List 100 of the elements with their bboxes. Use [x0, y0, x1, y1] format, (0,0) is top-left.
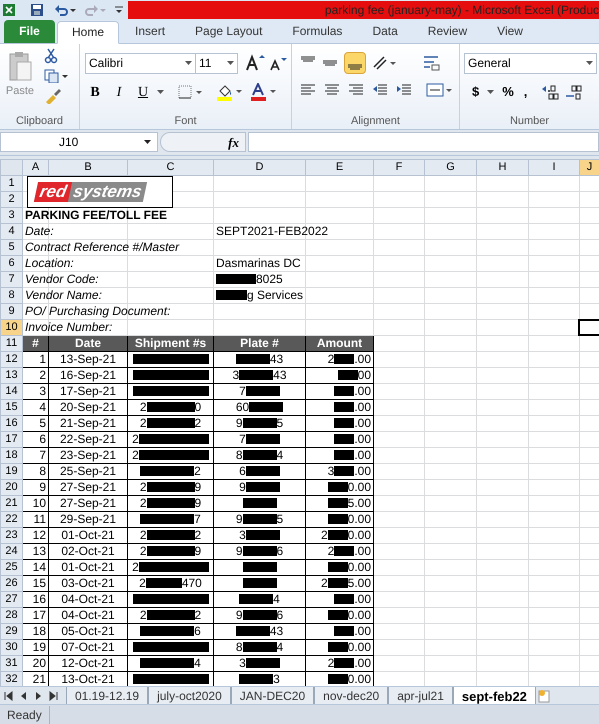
cell-text: 13	[32, 544, 46, 558]
row-header[interactable]: 2	[0, 191, 22, 208]
row-header[interactable]: 32	[0, 671, 22, 686]
row-header[interactable]: 23	[0, 527, 22, 544]
ribbon-tab[interactable]: Data	[358, 20, 412, 43]
column-header[interactable]: A	[22, 159, 48, 176]
row-header[interactable]: 12	[0, 351, 22, 368]
number-format-field[interactable]: General	[464, 52, 597, 74]
cell-text: 9	[194, 496, 202, 510]
font-name-field[interactable]: Calibri	[85, 52, 196, 74]
row-header[interactable]: 9	[0, 303, 22, 320]
font-size-field[interactable]: 11	[196, 52, 238, 74]
row-header[interactable]: 31	[0, 655, 22, 672]
cell-text: 7	[39, 448, 46, 462]
row-header[interactable]: 24	[0, 543, 22, 560]
row-header[interactable]: 14	[0, 383, 22, 400]
row-header[interactable]: 27	[0, 591, 22, 608]
row-header[interactable]: 25	[0, 559, 22, 576]
cell-text: 2	[132, 448, 139, 462]
cell-text: 20	[32, 656, 46, 670]
ribbon-tab[interactable]: View	[483, 20, 537, 43]
function-field[interactable]: fx	[160, 132, 246, 152]
row-header[interactable]: 15	[0, 399, 22, 416]
name-box[interactable]: J10	[0, 132, 158, 152]
cell-text: .00	[354, 352, 371, 366]
cell-text: 12-Oct-21	[61, 656, 115, 670]
cell-text: 0.00	[348, 480, 371, 494]
row-header[interactable]: 1	[0, 175, 22, 192]
row-header[interactable]: 4	[0, 223, 22, 240]
sheet-tab[interactable]: apr-jul21	[388, 687, 453, 704]
cell-text: 07-Oct-21	[61, 640, 115, 654]
cell-text: 2	[320, 576, 328, 590]
column-header[interactable]: F	[374, 159, 424, 176]
ribbon-tab[interactable]: Formulas	[278, 20, 356, 43]
comma-button[interactable]: ,	[522, 82, 530, 102]
row-header[interactable]: 13	[0, 367, 22, 384]
row-header[interactable]: 26	[0, 575, 22, 592]
cell-text: 01-Oct-21	[61, 528, 115, 542]
cell-text: .00	[354, 384, 371, 398]
row-header[interactable]: 11	[0, 335, 22, 352]
cell-text: 2	[194, 528, 202, 542]
row-header[interactable]: 19	[0, 463, 22, 480]
cell-text: 13-Oct-21	[61, 672, 115, 686]
sheet-tab[interactable]: sept-feb22	[452, 687, 536, 704]
row-header[interactable]: 8	[0, 287, 22, 304]
row-header[interactable]: 30	[0, 639, 22, 656]
cell-text: g Services	[246, 288, 303, 302]
sheet-tab[interactable]: nov-dec20	[314, 687, 388, 704]
cell-text: 04-Oct-21	[61, 592, 115, 606]
row-header[interactable]: 20	[0, 479, 22, 496]
sheet-tab[interactable]: 01.19-12.19	[66, 687, 148, 704]
column-header[interactable]: C	[128, 159, 214, 176]
row-header[interactable]: 29	[0, 623, 22, 640]
ribbon-tab[interactable]: Home	[57, 20, 120, 44]
column-heading: Amount	[306, 335, 374, 352]
row-header[interactable]: 22	[0, 511, 22, 528]
column-header[interactable]: D	[214, 159, 306, 176]
ribbon-tab[interactable]: Page Layout	[181, 20, 276, 43]
column-header[interactable]: J	[580, 159, 599, 176]
row-header[interactable]: 18	[0, 447, 22, 464]
row-header[interactable]: 28	[0, 607, 22, 624]
cell-text: 19	[32, 640, 46, 654]
insert-function-button[interactable]: fx	[228, 132, 239, 152]
cell-text: 43	[270, 624, 284, 638]
row-header[interactable]: 17	[0, 431, 22, 448]
sheet-tab[interactable]: july-oct2020	[148, 687, 231, 704]
bold-button[interactable]: B	[85, 82, 105, 102]
column-header[interactable]: G	[424, 159, 476, 176]
underline-button[interactable]: U	[133, 82, 153, 102]
field-label: Contract Reference #/Master	[25, 240, 180, 254]
column-header[interactable]: H	[476, 159, 528, 176]
cell-text: 4	[194, 656, 201, 670]
cell-text: 23-Sep-21	[60, 448, 116, 462]
column-header[interactable]: I	[528, 159, 580, 176]
cell-text: 0.00	[348, 640, 371, 654]
column-header[interactable]: E	[306, 159, 374, 176]
cell-text: .00	[354, 624, 371, 638]
cell-text: 17	[32, 608, 46, 622]
row-header[interactable]: 6	[0, 255, 22, 272]
cell-text: 0	[194, 400, 202, 414]
column-heading: Plate #	[214, 335, 306, 352]
column-header[interactable]: B	[48, 159, 128, 176]
file-tab[interactable]: File	[4, 20, 55, 43]
cell-text: 0.00	[348, 608, 371, 622]
ribbon-tab[interactable]: Insert	[121, 20, 180, 43]
row-header[interactable]: 7	[0, 271, 22, 288]
row-header[interactable]: 16	[0, 415, 22, 432]
cell-text: .00	[354, 592, 371, 606]
row-header[interactable]: 5	[0, 239, 22, 256]
ribbon-tab[interactable]: Review	[414, 20, 482, 43]
percent-button[interactable]: %	[500, 82, 516, 102]
cell-text: 0.00	[348, 672, 371, 686]
row-header[interactable]: 21	[0, 495, 22, 512]
sheet-tab[interactable]: JAN-DEC20	[230, 687, 314, 704]
italic-button[interactable]: I	[109, 82, 129, 102]
cell-text: 2	[194, 464, 201, 478]
row-header[interactable]: 3	[0, 207, 22, 224]
currency-button[interactable]: $	[470, 82, 482, 102]
row-header[interactable]: 10	[0, 319, 22, 336]
cell-text: 22-Sep-21	[60, 432, 116, 446]
